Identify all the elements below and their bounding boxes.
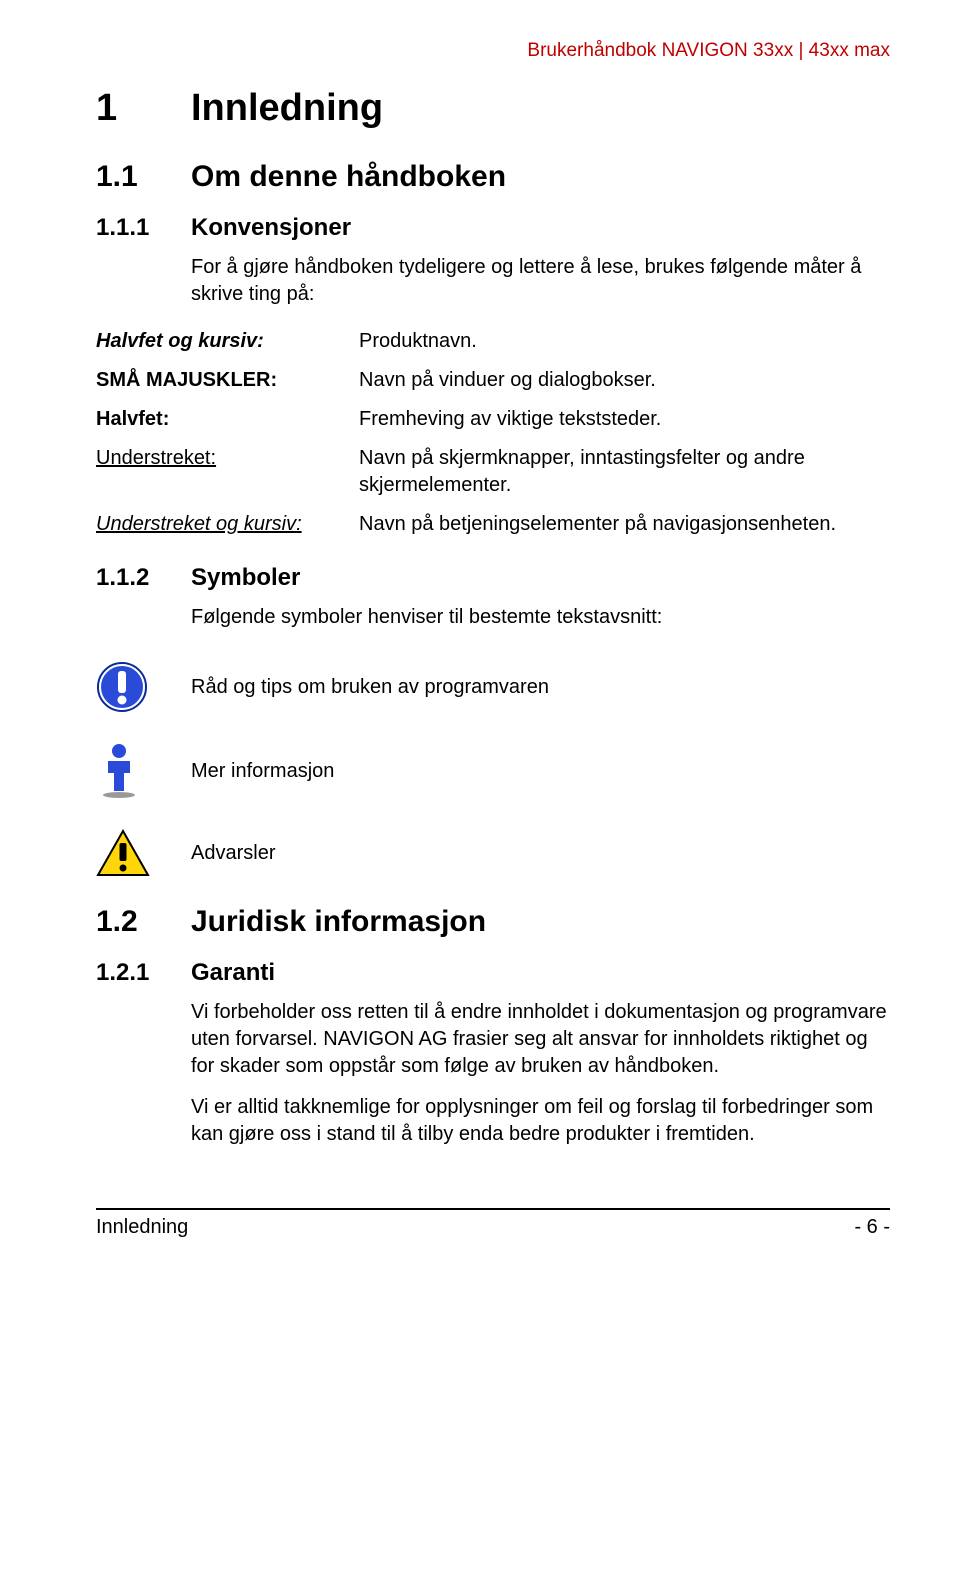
heading-1-2-number: 1.2 <box>96 905 191 939</box>
footer-section-name: Innledning <box>96 1216 188 1239</box>
running-header: Brukerhåndbok NAVIGON 33xx | 43xx max <box>96 40 890 62</box>
heading-1-2-1-title: Garanti <box>191 959 275 987</box>
conv-right: Produktnavn. <box>359 322 890 361</box>
garanti-p2: Vi er alltid takknemlige for opplysninge… <box>191 1094 890 1148</box>
page-footer: Innledning - 6 - <box>96 1208 890 1239</box>
conventions-intro: For å gjøre håndboken tydeligere og lett… <box>191 254 890 308</box>
table-row: Understreket og kursiv: Navn på betjenin… <box>96 505 890 544</box>
conv-left-smallcaps: SMÅ MAJUSKLER: <box>96 369 277 391</box>
symbol-row-warning: Advarsler <box>96 829 890 877</box>
table-row: SMÅ MAJUSKLER: Navn på vinduer og dialog… <box>96 361 890 400</box>
table-row: Halvfet og kursiv: Produktnavn. <box>96 322 890 361</box>
conv-left-underline-italic: Understreket og kursiv: <box>96 513 302 535</box>
symbol-info-label: Mer informasjon <box>191 758 334 784</box>
symbol-warning-label: Advarsler <box>191 840 275 866</box>
table-row: Halvfet: Fremheving av viktige tekststed… <box>96 400 890 439</box>
heading-1-1-1-number: 1.1.1 <box>96 214 191 242</box>
heading-1-1-1-title: Konvensjoner <box>191 214 351 242</box>
symbol-row-info: Mer informasjon <box>96 743 890 799</box>
conv-left-bold-italic: Halvfet og kursiv: <box>96 330 264 352</box>
symbol-tip-label: Råd og tips om bruken av programvaren <box>191 674 549 700</box>
table-row: Understreket: Navn på skjermknapper, inn… <box>96 439 890 505</box>
heading-1-1-title: Om denne håndboken <box>191 160 506 194</box>
heading-1-number: 1 <box>96 87 191 130</box>
footer-page-number: - 6 - <box>854 1216 890 1239</box>
conv-right: Fremheving av viktige tekststeder. <box>359 400 890 439</box>
heading-1-1-1: 1.1.1 Konvensjoner <box>96 214 890 242</box>
info-person-icon <box>96 743 156 799</box>
garanti-p1: Vi forbeholder oss retten til å endre in… <box>191 999 890 1080</box>
conv-left-underline: Understreket: <box>96 447 216 469</box>
heading-1-1-2: 1.1.2 Symboler <box>96 564 890 592</box>
heading-1-2-1-number: 1.2.1 <box>96 959 191 987</box>
heading-1-1: 1.1 Om denne håndboken <box>96 160 890 194</box>
conv-right: Navn på skjermknapper, inntastingsfelter… <box>359 439 890 505</box>
conv-right: Navn på betjeningselementer på navigasjo… <box>359 505 890 544</box>
warning-triangle-icon <box>96 829 156 877</box>
conv-right: Navn på vinduer og dialogbokser. <box>359 361 890 400</box>
heading-1-1-2-number: 1.1.2 <box>96 564 191 592</box>
exclamation-circle-icon <box>96 661 156 713</box>
heading-1: 1 Innledning <box>96 87 890 130</box>
symbols-intro: Følgende symboler henviser til bestemte … <box>191 604 890 631</box>
heading-1-2-title: Juridisk informasjon <box>191 905 486 939</box>
heading-1-1-2-title: Symboler <box>191 564 300 592</box>
heading-1-title: Innledning <box>191 87 383 130</box>
conventions-table: Halvfet og kursiv: Produktnavn. SMÅ MAJU… <box>96 322 890 544</box>
heading-1-2: 1.2 Juridisk informasjon <box>96 905 890 939</box>
heading-1-2-1: 1.2.1 Garanti <box>96 959 890 987</box>
symbol-row-tip: Råd og tips om bruken av programvaren <box>96 661 890 713</box>
conv-left-bold: Halvfet: <box>96 408 169 430</box>
heading-1-1-number: 1.1 <box>96 160 191 194</box>
footer-divider <box>96 1208 890 1210</box>
